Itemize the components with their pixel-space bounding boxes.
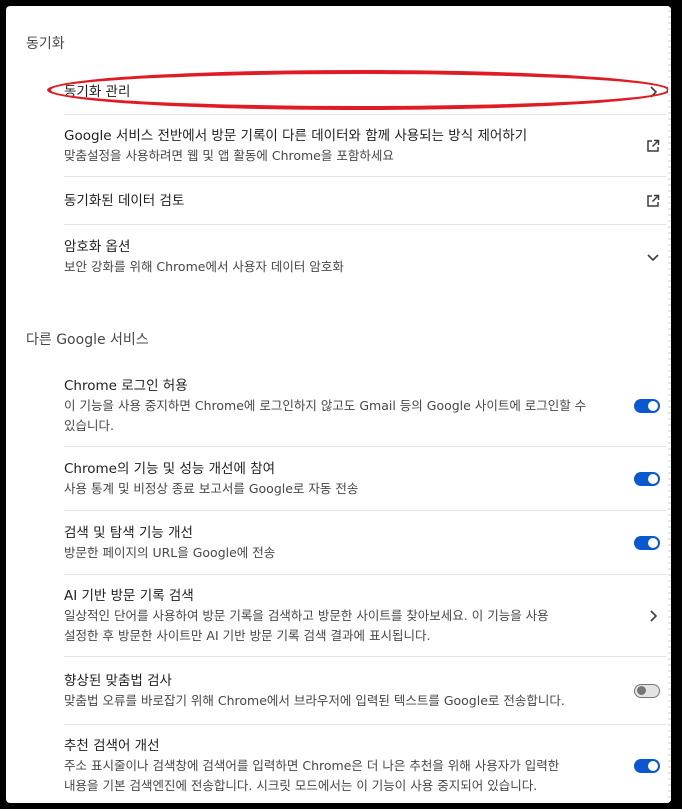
external-link-icon <box>644 137 662 155</box>
toggle-knob <box>648 401 658 411</box>
toggle-knob <box>648 473 658 484</box>
manage-sync-label: 동기화 관리 <box>64 84 131 100</box>
ai-history-search-label: AI 기반 방문 기록 검색 <box>64 587 194 604</box>
sync-section-title: 동기화 <box>26 36 65 52</box>
improve-chrome-desc: 사용 통계 및 비정상 종료 보고서를 Google로 자동 전송 <box>64 480 359 496</box>
ai-history-search-desc-1: 일상적인 단어를 사용하여 방문 기록을 검색하고 방문한 사이트를 찾아보세요… <box>64 607 549 623</box>
review-synced-data-row[interactable]: 동기화된 데이터 검토 <box>64 176 666 224</box>
search-suggestions-desc-1: 주소 표시줄이나 검색창에 검색어를 입력하면 Chrome은 더 나은 추천을… <box>64 757 560 773</box>
search-suggestions-desc-2: 내용을 기본 검색엔진에 전송합니다. 시크릿 모드에서는 이 기능이 사용 중… <box>64 777 538 793</box>
settings-panel: 동기화 동기화 관리 Google 서비스 전반에서 방문 기록이 다른 데이터… <box>6 6 671 803</box>
improve-search-desc: 방문한 페이지의 URL을 Google에 전송 <box>64 544 276 560</box>
search-suggestions-row[interactable]: 추천 검색어 개선 주소 표시줄이나 검색창에 검색어를 입력하면 Chrome… <box>64 724 666 803</box>
enhanced-spellcheck-row[interactable]: 향상된 맞춤법 검사 맞춤법 오류를 바로잡기 위해 Chrome에서 브라우저… <box>64 656 666 724</box>
toggle-knob <box>648 760 658 771</box>
ai-history-search-row[interactable]: AI 기반 방문 기록 검색 일상적인 단어를 사용하여 방문 기록을 검색하고… <box>64 574 666 656</box>
chevron-down-icon <box>644 248 662 266</box>
chrome-signin-label: Chrome 로그인 허용 <box>64 378 188 394</box>
chevron-right-icon <box>644 83 662 101</box>
enhanced-spellcheck-toggle[interactable] <box>634 683 660 698</box>
google-services-title: 다른 Google 서비스 <box>26 332 149 348</box>
enhanced-spellcheck-label: 향상된 맞춤법 검사 <box>64 672 172 689</box>
chrome-signin-desc-2: 있습니다. <box>64 418 114 433</box>
manage-sync-row[interactable]: 동기화 관리 <box>64 72 666 112</box>
chevron-right-icon <box>644 607 662 625</box>
chrome-signin-toggle[interactable] <box>634 399 660 413</box>
chrome-signin-row[interactable]: Chrome 로그인 허용 이 기능을 사용 중지하면 Chrome에 로그인하… <box>64 366 666 446</box>
toggle-knob <box>637 685 646 695</box>
history-control-label: Google 서비스 전반에서 방문 기록이 다른 데이터와 함께 사용되는 방… <box>64 127 528 144</box>
improve-chrome-toggle[interactable] <box>634 471 660 486</box>
improve-search-row[interactable]: 검색 및 탐색 기능 개선 방문한 페이지의 URL을 Google에 전송 <box>64 510 666 574</box>
toggle-knob <box>648 537 658 548</box>
improve-chrome-row[interactable]: Chrome의 기능 및 성능 개선에 참여 사용 통계 및 비정상 종료 보고… <box>64 446 666 510</box>
history-control-row[interactable]: Google 서비스 전반에서 방문 기록이 다른 데이터와 함께 사용되는 방… <box>64 114 666 176</box>
search-suggestions-toggle[interactable] <box>634 758 660 773</box>
search-suggestions-label: 추천 검색어 개선 <box>64 737 160 754</box>
improve-chrome-label: Chrome의 기능 및 성능 개선에 참여 <box>64 460 276 477</box>
encryption-options-label: 암호화 옵션 <box>64 238 131 255</box>
history-control-desc: 맞춤설정을 사용하려면 웹 및 앱 활동에 Chrome을 포함하세요 <box>64 147 394 163</box>
ai-history-search-desc-2: 설정한 후 방문한 사이트만 AI 기반 방문 기록 검색 결과에 표시됩니다. <box>64 627 431 643</box>
review-synced-data-label: 동기화된 데이터 검토 <box>64 192 185 209</box>
external-link-icon <box>644 192 662 210</box>
encryption-options-desc: 보안 강화를 위해 Chrome에서 사용자 데이터 암호화 <box>64 258 344 274</box>
improve-search-label: 검색 및 탐색 기능 개선 <box>64 524 193 541</box>
improve-search-toggle[interactable] <box>634 535 660 550</box>
encryption-options-row[interactable]: 암호화 옵션 보안 강화를 위해 Chrome에서 사용자 데이터 암호화 <box>64 224 666 288</box>
enhanced-spellcheck-desc: 맞춤법 오류를 바로잡기 위해 Chrome에서 브라우저에 입력된 텍스트를 … <box>64 692 565 708</box>
chrome-signin-desc-1: 이 기능을 사용 중지하면 Chrome에 로그인하지 않고도 Gmail 등의… <box>64 398 587 413</box>
